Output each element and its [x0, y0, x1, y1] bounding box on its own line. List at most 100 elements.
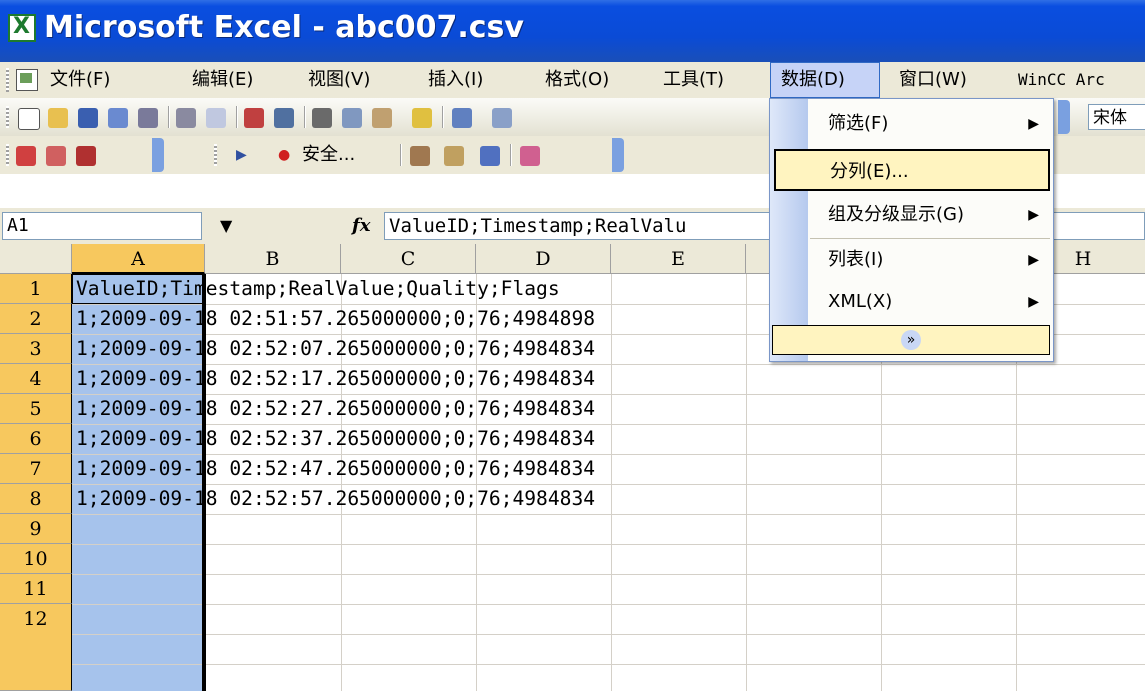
cell-a1[interactable]: ValueID;Timestamp;RealValue;Quality;Flag…: [76, 274, 560, 304]
cell-a8[interactable]: 1;2009-09-18 02:52:57.265000000;0;76;498…: [76, 484, 595, 514]
select-all-corner[interactable]: [0, 244, 72, 274]
record-macro-icon[interactable]: ●: [278, 136, 290, 174]
grid-line: [746, 274, 747, 691]
toolbar-separator: [168, 106, 170, 128]
menu-window[interactable]: 窗口(W): [899, 62, 967, 98]
grid-line: [72, 664, 1145, 665]
menu-insert[interactable]: 插入(I): [428, 62, 483, 98]
cut-icon[interactable]: [312, 108, 332, 128]
new-icon[interactable]: [18, 108, 40, 130]
font-name-combo[interactable]: 宋体: [1088, 104, 1145, 130]
spelling-icon[interactable]: [244, 108, 264, 128]
toolbox-icon[interactable]: [410, 146, 430, 166]
script-editor-icon[interactable]: [520, 146, 540, 166]
permission-icon[interactable]: [108, 108, 128, 128]
menu-item-filter[interactable]: 筛选(F) ▶: [770, 103, 1053, 145]
column-header-e[interactable]: E: [611, 244, 746, 274]
pdf-macro-toolbar: ▶ ● 安全...: [0, 136, 660, 174]
column-header-a[interactable]: A: [72, 244, 205, 274]
print-icon[interactable]: [176, 108, 196, 128]
name-box[interactable]: A1: [2, 212, 202, 240]
title-bar: Microsoft Excel - abc007.csv: [0, 0, 1145, 62]
research-icon[interactable]: [274, 108, 294, 128]
email-icon[interactable]: [138, 108, 158, 128]
run-macro-icon[interactable]: ▶: [236, 136, 247, 174]
toolbar-options-icon[interactable]: [1058, 100, 1070, 134]
chevron-down-icon[interactable]: ▼: [220, 216, 232, 235]
row-header-8[interactable]: 8: [0, 484, 72, 514]
cell-a3[interactable]: 1;2009-09-18 02:52:07.265000000;0;76;498…: [76, 334, 595, 364]
menu-format[interactable]: 格式(O): [545, 62, 609, 98]
design-mode-icon[interactable]: [444, 146, 464, 166]
row-header-2[interactable]: 2: [0, 304, 72, 334]
undo-icon[interactable]: [452, 108, 472, 128]
submenu-arrow-icon: ▶: [1028, 294, 1039, 310]
menu-expand-button[interactable]: »: [772, 325, 1050, 355]
cell-a6[interactable]: 1;2009-09-18 02:52:37.265000000;0;76;498…: [76, 424, 595, 454]
menu-item-label: 组及分级显示(G): [828, 204, 964, 225]
open-icon[interactable]: [48, 108, 68, 128]
pdf-email-icon[interactable]: [46, 146, 66, 166]
menu-data[interactable]: 数据(D): [770, 62, 880, 98]
menu-item-label: XML(X): [828, 291, 893, 312]
cell-a7[interactable]: 1;2009-09-18 02:52:47.265000000;0;76;498…: [76, 454, 595, 484]
row-header-4[interactable]: 4: [0, 364, 72, 394]
menu-item-label: 分列(E)...: [830, 161, 909, 182]
menu-item-xml[interactable]: XML(X) ▶: [770, 281, 1053, 323]
pdf-convert-icon[interactable]: [16, 146, 36, 166]
column-header-c[interactable]: C: [341, 244, 476, 274]
cell-a2[interactable]: 1;2009-09-18 02:51:57.265000000;0;76;498…: [76, 304, 595, 334]
row-header-5[interactable]: 5: [0, 394, 72, 424]
paste-icon[interactable]: [372, 108, 392, 128]
cell-a4[interactable]: 1;2009-09-18 02:52:17.265000000;0;76;498…: [76, 364, 595, 394]
toolbar-grip[interactable]: [214, 144, 217, 166]
menu-item-list[interactable]: 列表(I) ▶: [770, 239, 1053, 281]
print-preview-icon[interactable]: [206, 108, 226, 128]
toolbar-grip[interactable]: [6, 144, 9, 166]
menu-item-label: 列表(I): [828, 249, 884, 270]
cell-a5[interactable]: 1;2009-09-18 02:52:27.265000000;0;76;498…: [76, 394, 595, 424]
menu-view[interactable]: 视图(V): [308, 62, 370, 98]
column-header-d[interactable]: D: [476, 244, 611, 274]
row-header-1[interactable]: 1: [0, 274, 72, 304]
workbook-icon[interactable]: [16, 69, 38, 91]
security-button[interactable]: 安全...: [302, 136, 355, 174]
toolbar-separator: [304, 106, 306, 128]
row-header-11[interactable]: 11: [0, 574, 72, 604]
row-header-10[interactable]: 10: [0, 544, 72, 574]
vba-editor-icon[interactable]: [480, 146, 500, 166]
row-header-6[interactable]: 6: [0, 424, 72, 454]
grid-line: [72, 544, 1145, 545]
data-menu-dropdown: 筛选(F) ▶ 分列(E)... 组及分级显示(G) ▶ 列表(I) ▶ XML…: [769, 98, 1054, 362]
submenu-arrow-icon: ▶: [1028, 207, 1039, 223]
column-selection-border: [202, 274, 206, 691]
toolbar-separator: [400, 144, 402, 166]
menu-edit[interactable]: 编辑(E): [192, 62, 253, 98]
menu-file[interactable]: 文件(F): [50, 62, 110, 98]
menu-item-text-to-columns[interactable]: 分列(E)...: [774, 149, 1050, 191]
save-icon[interactable]: [78, 108, 98, 128]
pdf-review-icon[interactable]: [76, 146, 96, 166]
excel-app-icon[interactable]: [8, 14, 36, 42]
grid-line: [72, 514, 1145, 515]
submenu-arrow-icon: ▶: [1028, 252, 1039, 268]
toolbar-separator: [510, 144, 512, 166]
menu-wincc-archive[interactable]: WinCC Arc: [1018, 62, 1105, 98]
insert-function-icon[interactable]: fx: [352, 212, 370, 240]
row-header-7[interactable]: 7: [0, 454, 72, 484]
submenu-arrow-icon: ▶: [1028, 116, 1039, 132]
copy-icon[interactable]: [342, 108, 362, 128]
menu-item-group-outline[interactable]: 组及分级显示(G) ▶: [770, 194, 1053, 236]
format-painter-icon[interactable]: [412, 108, 432, 128]
menu-tools[interactable]: 工具(T): [663, 62, 724, 98]
row-header-3[interactable]: 3: [0, 334, 72, 364]
double-chevron-down-icon: »: [901, 330, 921, 350]
toolbar-options-icon[interactable]: [152, 138, 164, 172]
toolbar-grip[interactable]: [6, 106, 9, 128]
menu-grip[interactable]: [6, 68, 9, 92]
row-header-9[interactable]: 9: [0, 514, 72, 544]
row-header-12[interactable]: 12: [0, 604, 72, 691]
redo-icon[interactable]: [492, 108, 512, 128]
toolbar-options-icon[interactable]: [612, 138, 624, 172]
column-header-b[interactable]: B: [205, 244, 341, 274]
